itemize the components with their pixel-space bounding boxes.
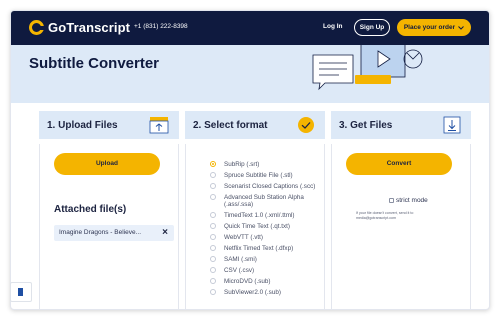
- format-option[interactable]: SAMI (.smi): [209, 256, 329, 263]
- format-option-label: SAMI (.smi): [224, 256, 257, 264]
- get-files-step-title: 3. Get Files: [339, 120, 393, 131]
- format-radio-list: SubRip (.srt) Spruce Subtitle File (.stl)…: [209, 161, 329, 300]
- attached-files-title: Attached file(s): [54, 204, 127, 215]
- strict-mode-label: strict mode: [396, 197, 428, 204]
- place-order-label: Place your order: [403, 24, 456, 31]
- format-option[interactable]: SubViewer2.0 (.sub): [209, 289, 329, 296]
- chevron-down-icon: [458, 25, 465, 30]
- signup-button[interactable]: Sign Up: [354, 19, 390, 36]
- format-step-title: 2. Select format: [193, 120, 268, 131]
- conversion-help-note: If your file doesn't convert, send it to…: [356, 211, 414, 220]
- upload-step-title: 1. Upload Files: [47, 120, 118, 131]
- check-circle-icon: [298, 117, 314, 133]
- format-option[interactable]: TimedText 1.0 (.xml/.ttml): [209, 212, 329, 219]
- format-option-label: Spruce Subtitle File (.stl): [224, 172, 293, 179]
- format-option[interactable]: Spruce Subtitle File (.stl): [209, 172, 329, 179]
- format-radio-button[interactable]: [210, 256, 216, 263]
- format-option-label: SubRip (.srt): [224, 161, 260, 168]
- convert-button[interactable]: Convert: [346, 153, 452, 175]
- format-radio-button[interactable]: [210, 194, 216, 200]
- remove-file-icon[interactable]: ×: [162, 227, 168, 238]
- phone-number[interactable]: +1 (831) 222-8398: [134, 23, 188, 30]
- page-title: Subtitle Converter: [29, 55, 160, 72]
- place-order-button[interactable]: Place your order: [397, 19, 471, 36]
- format-radio-button[interactable]: [210, 245, 216, 252]
- format-radio-button[interactable]: [210, 223, 216, 230]
- format-option-label: SubViewer2.0 (.sub): [224, 289, 281, 297]
- format-option-label: Quick Time Text (.qt.txt): [224, 223, 291, 231]
- format-option-label: Advanced Sub Station Alpha (.ass/.ssa): [224, 194, 304, 209]
- attached-file-name: Imagine Dragons - Believe...: [59, 229, 142, 236]
- format-option[interactable]: Quick Time Text (.qt.txt): [209, 223, 329, 230]
- format-radio-button[interactable]: [210, 278, 216, 285]
- format-radio-button[interactable]: [210, 289, 216, 296]
- attached-file-chip: Imagine Dragons - Believe... ×: [54, 225, 174, 241]
- upload-tray-icon: [149, 117, 169, 134]
- format-radio-button[interactable]: [210, 212, 216, 219]
- format-option[interactable]: Advanced Sub Station Alpha (.ass/.ssa): [209, 194, 329, 209]
- format-radio-button[interactable]: [210, 161, 216, 167]
- top-navigation: GoTranscript +1 (831) 222-8398 Log In Si…: [11, 11, 489, 45]
- get-files-step-header: 3. Get Files: [331, 111, 471, 139]
- format-option[interactable]: WebVTT (.vtt): [209, 234, 329, 241]
- format-radio-button[interactable]: [210, 183, 216, 189]
- upload-button[interactable]: Upload: [54, 153, 160, 175]
- upload-step-header: 1. Upload Files: [39, 111, 179, 139]
- format-option[interactable]: SubRip (.srt): [209, 161, 329, 168]
- format-option[interactable]: CSV (.csv): [209, 267, 329, 274]
- download-icon: [443, 116, 461, 134]
- video-illustration-icon: [312, 45, 423, 91]
- logo-text: GoTranscript: [48, 20, 131, 35]
- format-option[interactable]: Netflix Timed Text (.dfxp): [209, 245, 329, 252]
- login-link[interactable]: Log In: [323, 23, 343, 30]
- browser-window: GoTranscript +1 (831) 222-8398 Log In Si…: [10, 10, 490, 310]
- format-step-header: 2. Select format: [185, 111, 325, 139]
- format-radio-button[interactable]: [210, 234, 216, 241]
- feedback-widget[interactable]: [10, 282, 32, 302]
- format-option[interactable]: MicroDVD (.sub): [209, 278, 329, 285]
- format-option[interactable]: Scenarist Closed Captions (.scc): [209, 183, 329, 190]
- format-option-label: WebVTT (.vtt): [224, 234, 263, 242]
- format-radio-button[interactable]: [210, 172, 216, 178]
- logo[interactable]: GoTranscript: [29, 20, 130, 35]
- strict-mode-option[interactable]: strict mode: [389, 197, 428, 204]
- format-option-label: Netflix Timed Text (.dfxp): [224, 245, 294, 253]
- logo-icon: [29, 20, 44, 35]
- hero-banner: Subtitle Converter: [11, 45, 489, 103]
- format-radio-button[interactable]: [210, 267, 216, 274]
- format-option-label: CSV (.csv): [224, 267, 255, 275]
- feedback-icon: [18, 288, 23, 296]
- format-option-label: TimedText 1.0 (.xml/.ttml): [224, 212, 295, 220]
- format-option-label: MicroDVD (.sub): [224, 278, 271, 286]
- strict-mode-checkbox[interactable]: [389, 198, 394, 203]
- format-option-label: Scenarist Closed Captions (.scc): [224, 183, 316, 190]
